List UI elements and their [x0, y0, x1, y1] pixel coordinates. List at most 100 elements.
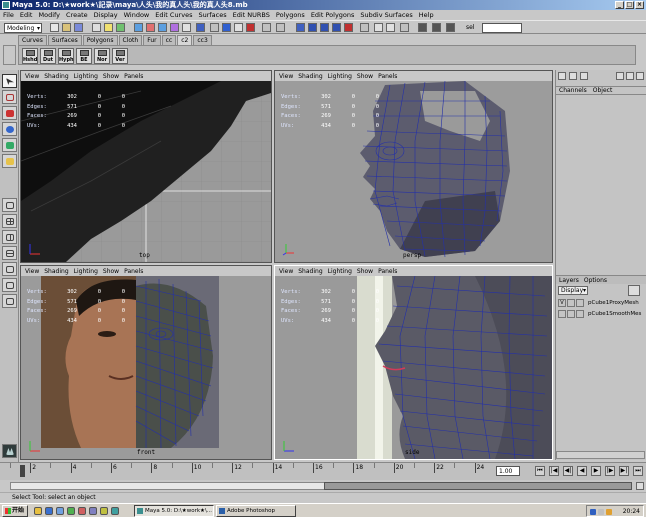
layer-color-swatch[interactable]	[576, 310, 584, 318]
new-layer-button[interactable]	[628, 285, 640, 296]
start-button[interactable]: 开始	[2, 505, 28, 517]
time-slider[interactable]: 2 4 6 8 10 12 14 16 18 20 22 24 1.00 ⏮ |◀ ◀| ◀ ▶ |▶…	[0, 462, 646, 480]
task-maya[interactable]: Maya 5.0: D:\★work★\...	[134, 505, 214, 517]
quicklaunch-explorer-icon[interactable]	[34, 507, 42, 515]
layout-single-pane[interactable]	[2, 198, 17, 212]
make-live-icon[interactable]	[344, 23, 353, 32]
menu-set-dropdown[interactable]: Modeling	[4, 23, 42, 33]
manipulator-tool[interactable]	[2, 154, 17, 168]
new-scene-icon[interactable]	[50, 23, 59, 32]
go-to-start-button[interactable]: |◀	[549, 466, 559, 476]
menu-window[interactable]: Window	[124, 11, 150, 19]
menu-polygons[interactable]: Polygons	[276, 11, 305, 19]
quicklaunch-app2-icon[interactable]	[89, 507, 97, 515]
mask-vertex-icon[interactable]	[134, 23, 143, 32]
viewport-front-canvas[interactable]: Verts: 302 0 0 Edges: 571 0 0 Faces: 269 0 0 UVs:…	[21, 276, 271, 459]
menu-modify[interactable]: Modify	[38, 11, 60, 19]
step-back-key-button[interactable]: ⏮	[535, 466, 545, 476]
shelf-button-ver[interactable]: Ver	[112, 48, 128, 64]
panel-menu-lighting[interactable]: Lighting	[328, 73, 352, 80]
quicklaunch-app-icon[interactable]	[78, 507, 86, 515]
menu-create[interactable]: Create	[66, 11, 88, 19]
quick-selection-field[interactable]	[482, 23, 522, 33]
panel-menu-show[interactable]: Show	[103, 73, 119, 80]
layout-four-pane[interactable]	[2, 214, 17, 228]
layer-scrollbar[interactable]	[556, 451, 645, 459]
move-tool[interactable]	[2, 106, 17, 120]
panel-menu-lighting[interactable]: Lighting	[328, 268, 352, 275]
menu-subdiv-surfaces[interactable]: Subdiv Surfaces	[360, 11, 412, 19]
lasso-tool[interactable]	[2, 90, 17, 104]
shelf-tab-cc[interactable]: cc	[161, 35, 177, 45]
menu-display[interactable]: Display	[94, 11, 118, 19]
step-forward-key-button[interactable]: ⏭	[633, 466, 643, 476]
render-frame-icon[interactable]	[418, 23, 427, 32]
layout-graph[interactable]	[2, 278, 17, 292]
snap-curve-icon[interactable]	[308, 23, 317, 32]
shelf-tab-surfaces[interactable]: Surfaces	[47, 35, 82, 45]
viewport-side[interactable]: View Shading Lighting Show Panels Verts:…	[274, 265, 553, 460]
panel-menu-lighting[interactable]: Lighting	[74, 268, 98, 275]
rotate-tool[interactable]	[2, 122, 17, 136]
time-ruler[interactable]: 2 4 6 8 10 12 14 16 18 20 22 24	[10, 463, 490, 479]
snap-point-icon[interactable]	[320, 23, 329, 32]
quicklaunch-app4-icon[interactable]	[111, 507, 119, 515]
shelf-button-be[interactable]: BE	[76, 48, 92, 64]
input-output-icon[interactable]	[374, 23, 383, 32]
panel-menu-shading[interactable]: Shading	[44, 73, 68, 80]
output-ops-icon[interactable]	[386, 23, 395, 32]
mask-misc-icon[interactable]	[182, 23, 191, 32]
viewport-persp-canvas[interactable]: Verts: 302 0 0 Edges: 571 0 0 Faces: 269 0 0 UVs:…	[275, 81, 552, 262]
close-button[interactable]: ×	[635, 1, 644, 9]
layout-side-by-side[interactable]	[2, 230, 17, 244]
channel-box-body[interactable]	[556, 95, 646, 275]
menu-help[interactable]: Help	[419, 11, 434, 19]
panel-menu-lighting[interactable]: Lighting	[74, 73, 98, 80]
quicklaunch-ie-icon[interactable]	[45, 507, 53, 515]
layer-color-swatch[interactable]	[576, 299, 584, 307]
window-title-bar[interactable]: Maya 5.0: D:\★work★\記录\maya\人头\我的真人头\我的真…	[0, 0, 646, 10]
quicklaunch-media-icon[interactable]	[67, 507, 75, 515]
play-backward-button[interactable]: ◀	[577, 466, 587, 476]
menu-edit-curves[interactable]: Edit Curves	[155, 11, 192, 19]
channels-menu[interactable]: Channels	[559, 87, 587, 94]
animation-preferences-button[interactable]	[636, 482, 644, 490]
play-forward-button[interactable]: ▶	[591, 466, 601, 476]
menu-edit[interactable]: Edit	[20, 11, 33, 19]
channel-box-layout-icon[interactable]	[626, 72, 634, 80]
shelf-tab-fur[interactable]: Fur	[143, 35, 161, 45]
shelf-button-hshd[interactable]: Hshd	[22, 48, 38, 64]
render-globals-icon[interactable]	[446, 23, 455, 32]
minimize-button[interactable]: _	[615, 1, 624, 9]
open-scene-icon[interactable]	[62, 23, 71, 32]
tool-settings-icon[interactable]	[580, 72, 588, 80]
shelf-button-dut[interactable]: Dut	[40, 48, 56, 64]
select-hierarchy-icon[interactable]	[92, 23, 101, 32]
layer-display-dropdown[interactable]: Display	[558, 286, 588, 295]
mask-handle-icon[interactable]	[196, 23, 205, 32]
step-back-frame-button[interactable]: ◀|	[563, 466, 573, 476]
construction-history-icon[interactable]	[360, 23, 369, 32]
save-scene-icon[interactable]	[74, 23, 83, 32]
attribute-editor-icon[interactable]	[569, 72, 577, 80]
mask-surface-icon[interactable]	[234, 23, 243, 32]
layout-stacked[interactable]	[2, 246, 17, 260]
mask-face-icon[interactable]	[158, 23, 167, 32]
channel-box-icon[interactable]	[558, 72, 566, 80]
panel-menu-shading[interactable]: Shading	[298, 73, 322, 80]
current-time-field[interactable]: 1.00	[496, 466, 520, 476]
object-menu[interactable]: Object	[593, 87, 613, 94]
options-menu[interactable]: Options	[584, 276, 607, 284]
layout-toggle-icon[interactable]	[616, 72, 624, 80]
layer-row[interactable]: pCube1SmoothMes	[558, 310, 642, 319]
layer-visibility-toggle[interactable]: V	[558, 299, 566, 307]
maximize-button[interactable]: □	[625, 1, 634, 9]
range-slider-handle[interactable]	[324, 482, 632, 490]
layer-type-toggle[interactable]	[567, 310, 575, 318]
select-object-icon[interactable]	[104, 23, 113, 32]
panel-menu-show[interactable]: Show	[357, 73, 373, 80]
panel-menu-view[interactable]: View	[25, 73, 39, 80]
shelf-menu-button[interactable]	[3, 45, 16, 65]
panel-menu-show[interactable]: Show	[103, 268, 119, 275]
select-tool[interactable]	[2, 74, 17, 88]
